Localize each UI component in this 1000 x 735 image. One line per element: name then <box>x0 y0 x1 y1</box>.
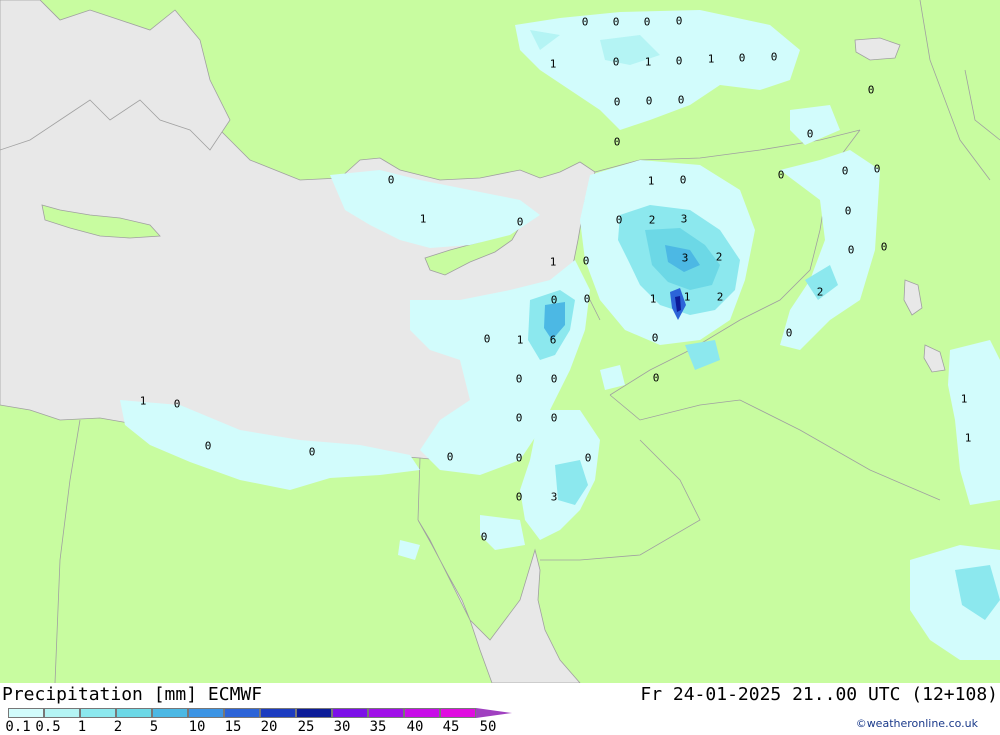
map-label: 0 <box>516 215 524 229</box>
map-label: 0 <box>581 15 589 29</box>
map-label: 1 <box>516 333 524 347</box>
map-label: 0 <box>643 15 651 29</box>
map-label: 0 <box>387 173 395 187</box>
map-label: 0 <box>806 127 814 141</box>
legend-swatch <box>368 708 404 718</box>
legend-swatch <box>260 708 296 718</box>
map-label: 0 <box>550 293 558 307</box>
map-label: 0 <box>679 173 687 187</box>
map-label: 0 <box>550 411 558 425</box>
legend-swatch <box>8 708 44 718</box>
legend-swatch <box>296 708 332 718</box>
map-label: 6 <box>549 333 557 347</box>
map-label: 0 <box>880 240 888 254</box>
map-label: 2 <box>715 250 723 264</box>
map-label: 1 <box>649 292 657 306</box>
map-label: 1 <box>419 212 427 226</box>
credit-link[interactable]: ©weatheronline.co.uk <box>856 717 978 730</box>
map-label: 0 <box>844 204 852 218</box>
legend-swatch <box>440 708 476 718</box>
map-label: 2 <box>648 213 656 227</box>
map-label: 0 <box>785 326 793 340</box>
map-label: 0 <box>173 397 181 411</box>
precipitation-map: 0 0 0 0 1 0 1 0 1 0 0 0 0 0 0 0 0 1 0 0 … <box>0 0 1000 683</box>
map-label: 0 <box>675 14 683 28</box>
legend-swatch <box>44 708 80 718</box>
map-label: 0 <box>677 93 685 107</box>
map-label: 3 <box>680 212 688 226</box>
map-label: 3 <box>681 251 689 265</box>
legend-swatch <box>80 708 116 718</box>
map-label: 0 <box>515 490 523 504</box>
legend-swatch <box>152 708 188 718</box>
map-label: 0 <box>652 371 660 385</box>
map-label: 0 <box>515 372 523 386</box>
map-label: 0 <box>515 411 523 425</box>
map-label: 1 <box>683 290 691 304</box>
map-label: 0 <box>584 451 592 465</box>
map-label: 0 <box>651 331 659 345</box>
legend-arrow <box>476 708 512 718</box>
map-label: 1 <box>960 392 968 406</box>
map-label: 0 <box>612 15 620 29</box>
lake-van <box>854 37 901 61</box>
map-label: 1 <box>139 394 147 408</box>
map-label: 0 <box>777 168 785 182</box>
legend-swatch <box>188 708 224 718</box>
map-label: 0 <box>480 530 488 544</box>
lake-east <box>923 344 946 373</box>
map-label: 0 <box>675 54 683 68</box>
precipitation-legend <box>8 708 512 718</box>
map-label: 0 <box>483 332 491 346</box>
map-label: 1 <box>647 174 655 188</box>
map-label: 0 <box>583 292 591 306</box>
legend-swatch <box>224 708 260 718</box>
map-label: 0 <box>847 243 855 257</box>
map-label: 0 <box>645 94 653 108</box>
map-label: 1 <box>707 52 715 66</box>
map-label: 0 <box>867 83 875 97</box>
legend-swatch <box>404 708 440 718</box>
map-label: 0 <box>613 135 621 149</box>
map-label: 0 <box>204 439 212 453</box>
legend-swatch <box>116 708 152 718</box>
map-label: 0 <box>613 95 621 109</box>
map-label: 0 <box>515 451 523 465</box>
map-label: 2 <box>716 290 724 304</box>
map-label: 0 <box>738 51 746 65</box>
map-label: 0 <box>550 372 558 386</box>
map-label: 0 <box>873 162 881 176</box>
map-canvas <box>0 0 1000 683</box>
map-label: 1 <box>549 57 557 71</box>
map-label: 1 <box>549 255 557 269</box>
map-label: 0 <box>446 450 454 464</box>
forecast-time: Fr 24-01-2025 21..00 UTC (12+108) <box>640 684 998 705</box>
map-label: 0 <box>308 445 316 459</box>
map-label: 0 <box>612 55 620 69</box>
map-label: 1 <box>964 431 972 445</box>
map-title: Precipitation [mm] ECMWF <box>2 684 263 705</box>
map-label: 2 <box>816 285 824 299</box>
persian-gulf-edge <box>903 279 923 316</box>
map-label: 3 <box>550 490 558 504</box>
map-label: 0 <box>615 213 623 227</box>
map-label: 0 <box>582 254 590 268</box>
map-label: 1 <box>644 55 652 69</box>
legend-swatch <box>332 708 368 718</box>
map-label: 0 <box>770 50 778 64</box>
map-label: 0 <box>841 164 849 178</box>
